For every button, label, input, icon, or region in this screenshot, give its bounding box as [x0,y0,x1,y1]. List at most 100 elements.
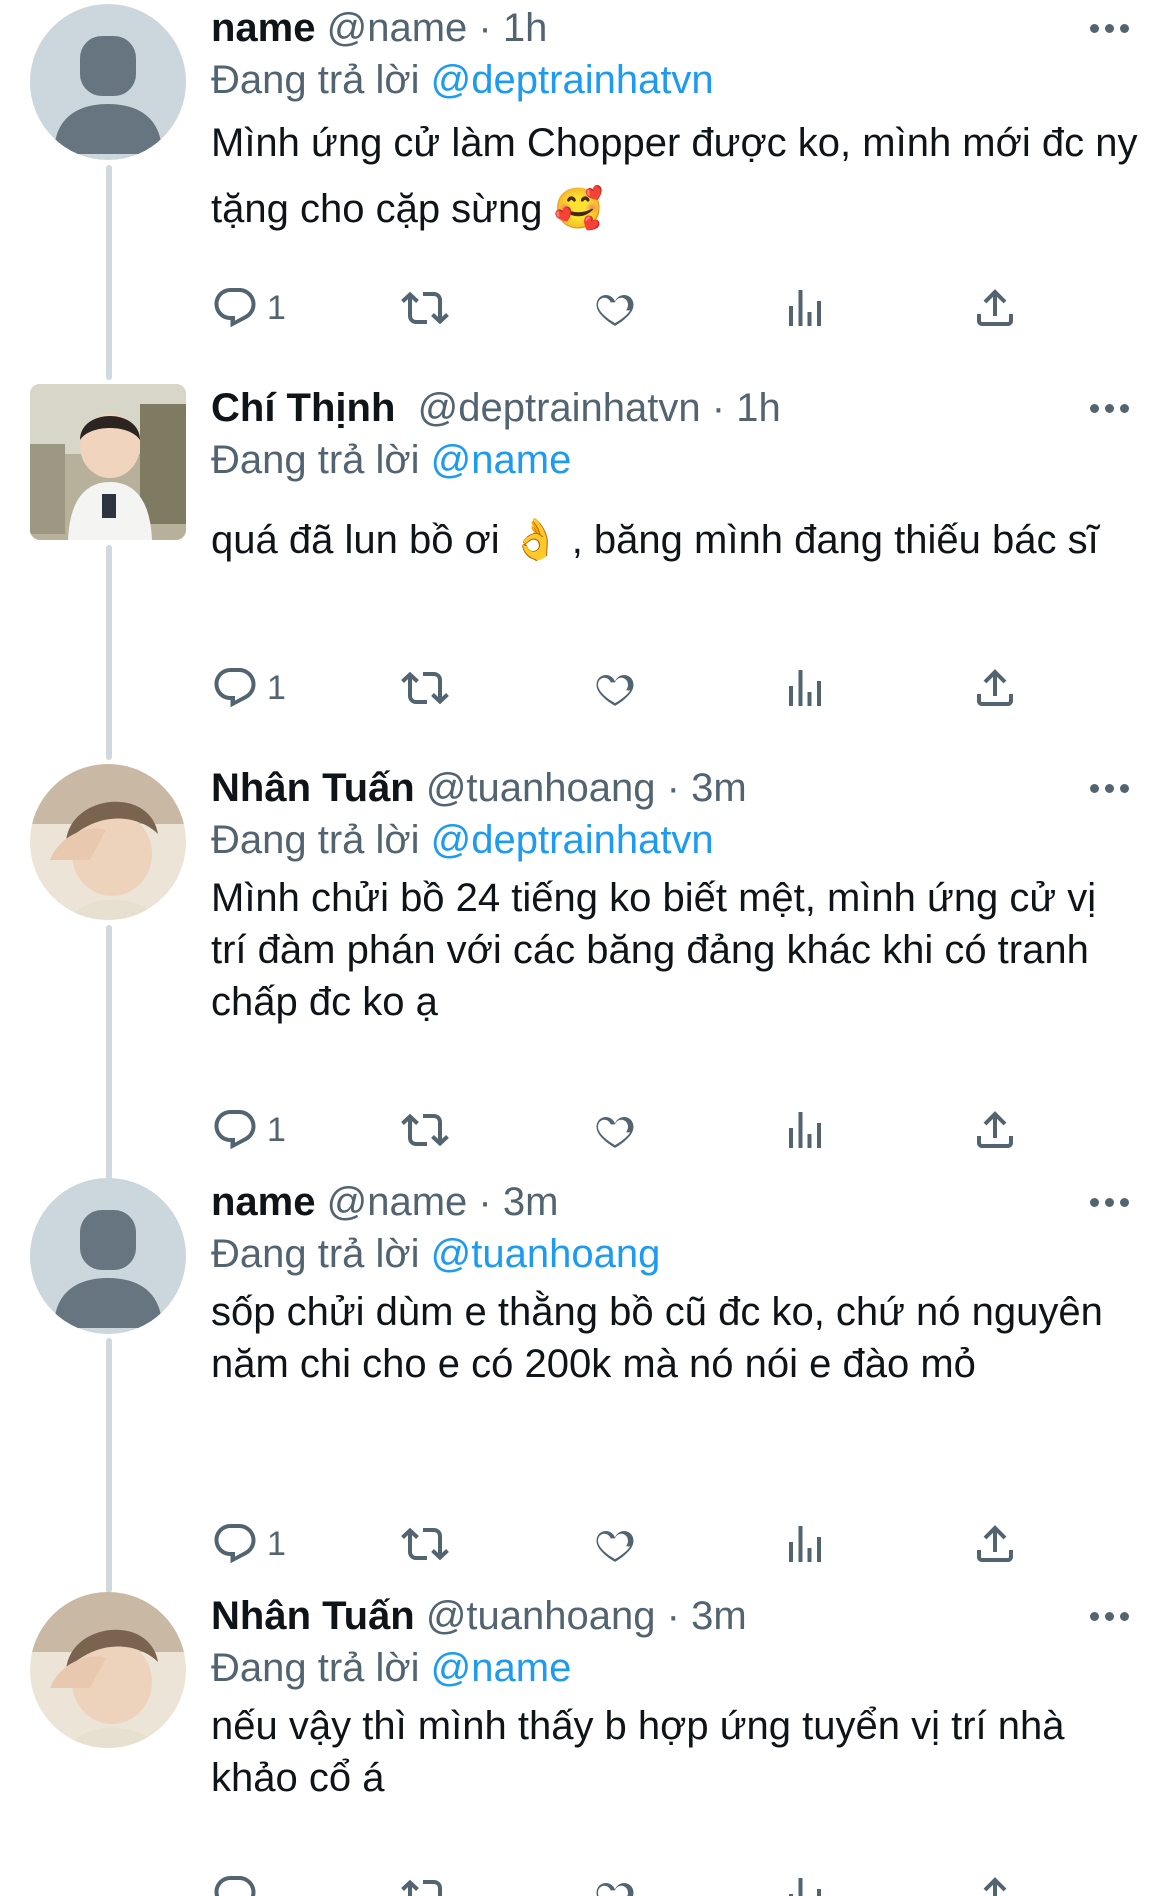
child-photo-avatar[interactable] [30,384,186,540]
default-avatar-icon [54,36,162,154]
separator-dot: · [666,1594,680,1638]
display-name[interactable]: Nhân Tuấn [211,1594,415,1638]
reply-icon [211,1520,259,1568]
retweet-icon [401,1106,449,1154]
analytics-button[interactable] [781,660,829,716]
separator-dot: · [666,766,680,810]
display-name[interactable]: Chí Thịnh [211,386,395,430]
reply-count: 1 [267,288,286,327]
mention-link[interactable]: @tuanhoang [431,1232,661,1276]
user-handle[interactable]: @tuanhoang [426,766,656,810]
analytics-button[interactable] [781,280,829,336]
retweet-button[interactable] [401,660,449,716]
replying-to-label: Đang trả lời [211,58,420,102]
heart-icon [591,1520,639,1568]
share-button[interactable] [971,1516,1019,1572]
like-button[interactable] [591,1868,639,1896]
user-handle[interactable]: @tuanhoang [426,1594,656,1638]
more-icon[interactable] [1090,404,1130,420]
retweet-button[interactable] [401,1516,449,1572]
more-icon[interactable] [1090,784,1130,800]
display-name[interactable]: name [211,6,316,50]
retweet-icon [401,1520,449,1568]
replying-to: Đang trả lời @name [211,1644,1140,1692]
share-button[interactable] [971,280,1019,336]
heart-icon [591,664,639,712]
thread-line [106,165,112,380]
replying-to-label: Đang trả lời [211,438,420,482]
display-name[interactable]: Nhân Tuấn [211,766,415,810]
analytics-button[interactable] [781,1102,829,1158]
share-button[interactable] [971,660,1019,716]
replying-to: Đang trả lời @deptrainhatvn [211,56,1140,104]
reply-icon [211,284,259,332]
thread-line [106,545,112,760]
timestamp[interactable]: 1h [736,386,781,430]
reply-button[interactable]: 1 [211,280,286,336]
retweet-button[interactable] [401,280,449,336]
reply-count: 1 [267,1110,286,1149]
reply-button[interactable]: 1 [211,1516,286,1572]
man-photo-avatar[interactable] [30,1592,186,1748]
share-button[interactable] [971,1868,1019,1896]
timestamp[interactable]: 1h [503,6,548,50]
tweet-actions: 1 [211,1102,1041,1158]
share-button[interactable] [971,1102,1019,1158]
more-icon[interactable] [1090,1198,1130,1214]
tweet-actions: 1 [211,1516,1041,1572]
analytics-button[interactable] [781,1516,829,1572]
mention-link[interactable]: @deptrainhatvn [431,58,714,102]
default-avatar[interactable] [30,4,186,160]
replying-to: Đang trả lời @tuanhoang [211,1230,1140,1278]
mention-link[interactable]: @name [431,438,572,482]
replying-to: Đang trả lời @deptrainhatvn [211,816,1140,864]
timestamp[interactable]: 3m [691,1594,747,1638]
like-button[interactable] [591,660,639,716]
analytics-button[interactable] [781,1868,829,1896]
default-avatar[interactable] [30,1178,186,1334]
retweet-button[interactable] [401,1102,449,1158]
tweet-header: name @name · 1h [211,4,1140,52]
analytics-icon [781,284,829,332]
user-handle[interactable]: @name [327,1180,468,1224]
analytics-icon [781,1106,829,1154]
analytics-icon [781,1520,829,1568]
mention-link[interactable]: @deptrainhatvn [431,818,714,862]
more-icon[interactable] [1090,24,1130,40]
timestamp[interactable]: 3m [691,766,747,810]
tweet-text: Mình chửi bồ 24 tiếng ko biết mệt, mình … [211,876,1097,1024]
tweet-header: Nhân Tuấn @tuanhoang · 3m [211,764,1140,812]
user-handle[interactable]: @deptrainhatvn [418,386,701,430]
timestamp[interactable]: 3m [503,1180,559,1224]
replying-to-label: Đang trả lời [211,1646,420,1690]
user-handle[interactable]: @name [327,6,468,50]
reply-button[interactable]: 1 [211,660,286,716]
analytics-icon [781,1872,829,1896]
reply-button[interactable]: 1 [211,1102,286,1158]
display-name[interactable]: name [211,1180,316,1224]
share-icon [971,1872,1019,1896]
more-icon[interactable] [1090,1612,1130,1628]
tweet-text: nếu vậy thì mình thấy b hợp ứng tuyển vị… [211,1704,1065,1800]
mention-link[interactable]: @name [431,1646,572,1690]
like-button[interactable] [591,280,639,336]
retweet-icon [401,1872,449,1896]
share-icon [971,664,1019,712]
tweet-actions [211,1868,1041,1896]
separator-dot: · [478,6,492,50]
man-photo-avatar[interactable] [30,764,186,920]
reply-icon [211,1872,259,1896]
replying-to: Đang trả lời @name [211,436,1140,484]
retweet-icon [401,284,449,332]
separator-dot: · [711,386,726,430]
tweet-text: Mình ứng cử làm Chopper được ko, mình mớ… [211,121,1138,231]
separator-dot: · [478,1180,492,1224]
like-button[interactable] [591,1516,639,1572]
retweet-button[interactable] [401,1868,449,1896]
thread-line [106,925,112,1180]
reply-button[interactable] [211,1868,267,1896]
tweet-text: quá đã lun bồ ơi 👌 , băng mình đang thiế… [211,518,1099,562]
heart-icon [591,284,639,332]
share-icon [971,1520,1019,1568]
like-button[interactable] [591,1102,639,1158]
